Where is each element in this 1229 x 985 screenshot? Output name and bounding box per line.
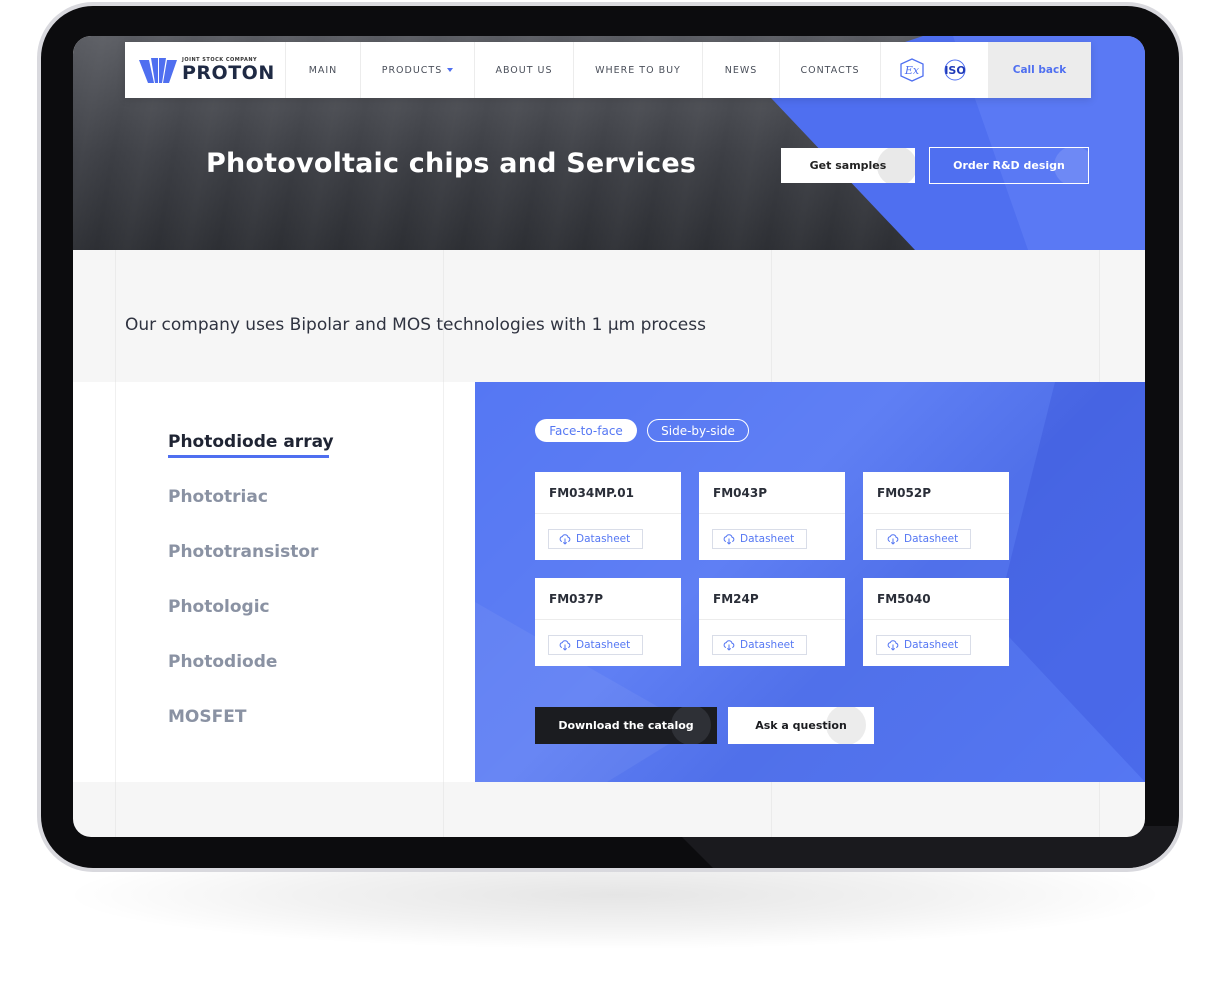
product-card[interactable]: FM034MP.01 Datasheet: [535, 472, 681, 560]
category-phototriac[interactable]: Phototriac: [168, 487, 268, 507]
datasheet-button[interactable]: Datasheet: [876, 635, 971, 655]
screen: Photovoltaic chips and Services Get samp…: [73, 36, 1145, 837]
cloud-download-icon: [887, 534, 899, 545]
category-photodiode-array[interactable]: Photodiode array: [168, 432, 334, 452]
company-tagline: Our company uses Bipolar and MOS technol…: [125, 315, 706, 335]
datasheet-label: Datasheet: [740, 639, 795, 651]
datasheet-label: Datasheet: [576, 639, 631, 651]
nav-item-contacts[interactable]: CONTACTS: [780, 42, 881, 98]
ask-question-button[interactable]: Ask a question: [728, 707, 874, 744]
get-samples-button[interactable]: Get samples: [781, 148, 915, 183]
cloud-download-icon: [559, 640, 571, 651]
logo[interactable]: JOINT STOCK COMPANY PROTON: [125, 42, 286, 98]
stage: Photovoltaic chips and Services Get samp…: [0, 0, 1229, 985]
product-name: FM5040: [877, 592, 931, 606]
product-name: FM043P: [713, 486, 767, 500]
top-navigation: JOINT STOCK COMPANY PROTON MAIN PRODUCTS…: [125, 42, 1091, 98]
datasheet-button[interactable]: Datasheet: [712, 529, 807, 549]
category-mosfet[interactable]: MOSFET: [168, 707, 246, 727]
active-category-underline: [168, 455, 329, 458]
datasheet-button[interactable]: Datasheet: [548, 635, 643, 655]
nav-item-news[interactable]: NEWS: [703, 42, 780, 98]
cloud-download-icon: [559, 534, 571, 545]
card-divider: [699, 513, 845, 514]
nav-item-label: PRODUCTS: [381, 64, 443, 76]
cloud-download-icon: [887, 640, 899, 651]
caret-down-icon: [447, 68, 454, 72]
logo-name: PROTON: [182, 62, 275, 84]
category-phototransistor[interactable]: Phototransistor: [168, 542, 318, 562]
page-title: Photovoltaic chips and Services: [206, 148, 697, 179]
card-divider: [535, 619, 681, 620]
call-back-button[interactable]: Call back: [988, 42, 1091, 98]
ex-certification-icon[interactable]: Ex: [899, 58, 925, 82]
order-rd-design-label: Order R&D design: [953, 159, 1065, 172]
filter-face-to-face[interactable]: Face-to-face: [535, 419, 637, 442]
nav-item-products[interactable]: PRODUCTS: [361, 42, 475, 98]
datasheet-label: Datasheet: [576, 533, 631, 545]
ask-question-label: Ask a question: [755, 719, 847, 732]
iso-icon[interactable]: ISO: [940, 58, 970, 82]
datasheet-button[interactable]: Datasheet: [876, 529, 971, 549]
filter-side-by-side[interactable]: Side-by-side: [647, 419, 749, 442]
ex-icon-label: Ex: [904, 64, 920, 77]
cloud-download-icon: [723, 534, 735, 545]
card-divider: [535, 513, 681, 514]
certification-icons: Ex ISO: [881, 42, 988, 98]
product-card[interactable]: FM037P Datasheet: [535, 578, 681, 666]
order-rd-design-button[interactable]: Order R&D design: [929, 147, 1089, 184]
iso-icon-label: ISO: [945, 64, 966, 77]
product-name: FM052P: [877, 486, 931, 500]
product-card[interactable]: FM043P Datasheet: [699, 472, 845, 560]
datasheet-label: Datasheet: [740, 533, 795, 545]
category-photologic[interactable]: Photologic: [168, 597, 270, 617]
get-samples-label: Get samples: [809, 159, 887, 172]
nav-item-where-to-buy[interactable]: WHERE TO BUY: [574, 42, 703, 98]
grid-line: [443, 382, 444, 782]
proton-logo-icon: [139, 58, 177, 83]
nav-item-label: NEWS: [724, 64, 758, 76]
datasheet-button[interactable]: Datasheet: [712, 635, 807, 655]
nav-item-about-us[interactable]: ABOUT US: [475, 42, 574, 98]
logo-text: JOINT STOCK COMPANY PROTON: [182, 57, 275, 83]
filter-label: Face-to-face: [549, 423, 623, 438]
download-catalog-button[interactable]: Download the catalog: [535, 707, 717, 744]
datasheet-label: Datasheet: [904, 639, 959, 651]
product-name: FM034MP.01: [549, 486, 634, 500]
nav-item-label: MAIN: [308, 64, 338, 76]
card-divider: [699, 619, 845, 620]
filter-label: Side-by-side: [661, 423, 735, 438]
product-name: FM037P: [549, 592, 603, 606]
product-card[interactable]: FM052P Datasheet: [863, 472, 1009, 560]
cloud-download-icon: [723, 640, 735, 651]
download-catalog-label: Download the catalog: [558, 719, 694, 732]
card-divider: [863, 513, 1009, 514]
card-divider: [863, 619, 1009, 620]
datasheet-button[interactable]: Datasheet: [548, 529, 643, 549]
nav-item-main[interactable]: MAIN: [286, 42, 361, 98]
nav-item-label: CONTACTS: [800, 64, 860, 76]
nav-item-label: WHERE TO BUY: [595, 64, 681, 76]
product-card[interactable]: FM5040 Datasheet: [863, 578, 1009, 666]
product-card[interactable]: FM24P Datasheet: [699, 578, 845, 666]
datasheet-label: Datasheet: [904, 533, 959, 545]
category-photodiode[interactable]: Photodiode: [168, 652, 277, 672]
grid-line: [115, 382, 116, 782]
nav-item-label: ABOUT US: [495, 64, 553, 76]
product-panel: Face-to-face Side-by-side FM034MP.01 Dat…: [475, 382, 1145, 782]
product-name: FM24P: [713, 592, 759, 606]
call-back-label: Call back: [1012, 64, 1067, 76]
